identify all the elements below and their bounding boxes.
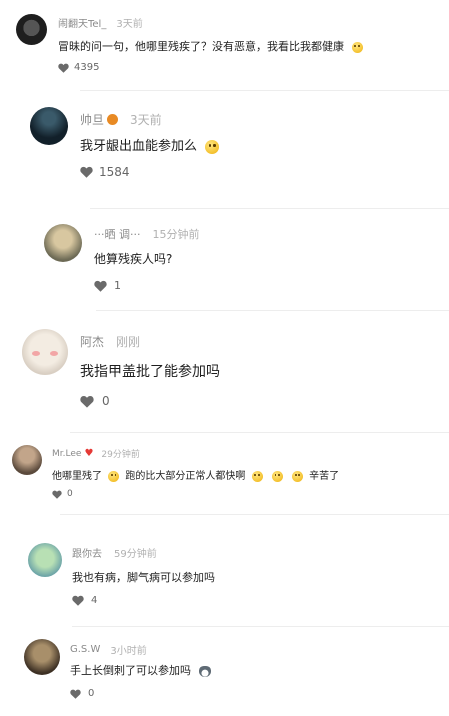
comment-item: 跟你去 59分钟前 我也有病，脚气病可以参加吗 4: [0, 515, 449, 625]
comment-item: Mr.Lee ♥ 29分钟前 他哪里残了 跑的比大部分正常人都快啊 辛苦了 0: [0, 433, 449, 513]
comment-time: 3天前: [116, 19, 143, 30]
comment-text: 冒昧的问一句，他哪里残疾了？没有恶意，我看比我都健康: [58, 40, 344, 53]
blush-icon: [32, 351, 40, 356]
comment-text-row: 冒昧的问一句，他哪里残疾了？没有恶意，我看比我都健康: [58, 38, 363, 54]
like-count: 4: [91, 595, 98, 606]
heart-icon: [94, 280, 107, 292]
like-count: 0: [88, 688, 95, 699]
comment-text-row: 我牙龈出血能参加么: [80, 135, 220, 154]
comment-text: 他哪里残了: [52, 471, 102, 482]
avatar[interactable]: [28, 543, 62, 577]
like-button[interactable]: 1584: [80, 165, 130, 179]
comment-text: 我也有病，脚气病可以参加吗: [72, 571, 215, 584]
comment-text: 我指甲盖批了能参加吗: [80, 364, 220, 380]
comment-item: 帅旦 3天前 我牙龈出血能参加么 1584: [0, 91, 449, 209]
comment-author[interactable]: Mr.Lee: [52, 449, 81, 459]
avatar[interactable]: [30, 107, 68, 145]
comment-text-row: 我指甲盖批了能参加吗: [80, 361, 220, 381]
comment-time: 15分钟前: [152, 228, 200, 241]
smiley-emoji-icon: [351, 41, 363, 53]
avatar[interactable]: [22, 329, 68, 375]
like-button[interactable]: 4395: [58, 62, 99, 73]
comment-time: 59分钟前: [114, 549, 157, 560]
avatar[interactable]: [16, 14, 47, 45]
comment-author[interactable]: ···晒 调···: [94, 226, 140, 242]
comment-author[interactable]: 帅旦: [80, 111, 104, 128]
like-button[interactable]: 4: [72, 595, 97, 606]
comment-time: 刚刚: [116, 335, 141, 349]
comment-text: 跑的比大部分正常人都快啊: [125, 471, 246, 482]
comment-author[interactable]: 阿杰: [80, 333, 104, 350]
like-count: 0: [102, 394, 110, 408]
comment-text: 他算残疾人吗?: [94, 252, 173, 266]
like-button[interactable]: 0: [52, 489, 73, 499]
smiley-emoji-icon: [291, 470, 303, 482]
like-count: 0: [67, 489, 73, 499]
like-button[interactable]: 1: [94, 279, 121, 292]
comment-text-row: 手上长倒刺了可以参加吗: [70, 662, 211, 678]
husky-emoji-icon: [198, 665, 211, 677]
comment-text: 手上长倒刺了可以参加吗: [70, 664, 191, 677]
like-count: 4395: [74, 62, 100, 73]
heart-icon: [70, 689, 81, 699]
comment-text-row: 他算残疾人吗?: [94, 250, 172, 267]
avatar[interactable]: [24, 639, 60, 675]
comment-text: 我牙龈出血能参加么: [80, 139, 198, 154]
smiley-emoji-icon: [251, 470, 263, 482]
comment-item: ···晒 调··· 15分钟前 他算残疾人吗? 1: [0, 209, 449, 309]
comment-author[interactable]: 跟你去: [72, 545, 102, 560]
avatar[interactable]: [12, 445, 42, 475]
comment-text-row: 他哪里残了 跑的比大部分正常人都快啊 辛苦了: [52, 467, 339, 482]
comment-time: 3小时前: [110, 646, 147, 657]
comment-item: G.S.W 3小时前 手上长倒刺了可以参加吗 0: [0, 627, 449, 716]
smiley-emoji-icon: [108, 470, 120, 482]
heart-badge-icon: ♥: [84, 448, 94, 459]
heart-icon: [72, 595, 84, 606]
comment-time: 29分钟前: [101, 450, 140, 460]
like-count: 1584: [99, 165, 130, 179]
comment-item: 阿杰 刚刚 我指甲盖批了能参加吗 0: [0, 311, 449, 431]
comment-text: 辛苦了: [309, 471, 340, 482]
like-button[interactable]: 0: [70, 688, 94, 699]
smiley-emoji-icon: [271, 470, 283, 482]
comment-author[interactable]: 闹翻天Tel_: [58, 15, 106, 30]
comment-item: 闹翻天Tel_ 3天前 冒昧的问一句，他哪里残疾了？没有恶意，我看比我都健康 4…: [0, 0, 449, 90]
heart-icon: [58, 63, 69, 73]
blush-icon: [50, 351, 58, 356]
comment-time: 3天前: [130, 113, 162, 127]
heart-icon: [80, 166, 93, 178]
smiley-emoji-icon: [205, 139, 220, 154]
heart-icon: [80, 395, 94, 408]
like-count: 1: [114, 279, 121, 292]
avatar[interactable]: [44, 224, 82, 262]
heart-icon: [52, 490, 62, 499]
comment-author[interactable]: G.S.W: [70, 644, 100, 655]
comment-text-row: 我也有病，脚气病可以参加吗: [72, 569, 215, 585]
like-button[interactable]: 0: [80, 394, 110, 408]
basketball-badge-icon: [107, 114, 119, 125]
